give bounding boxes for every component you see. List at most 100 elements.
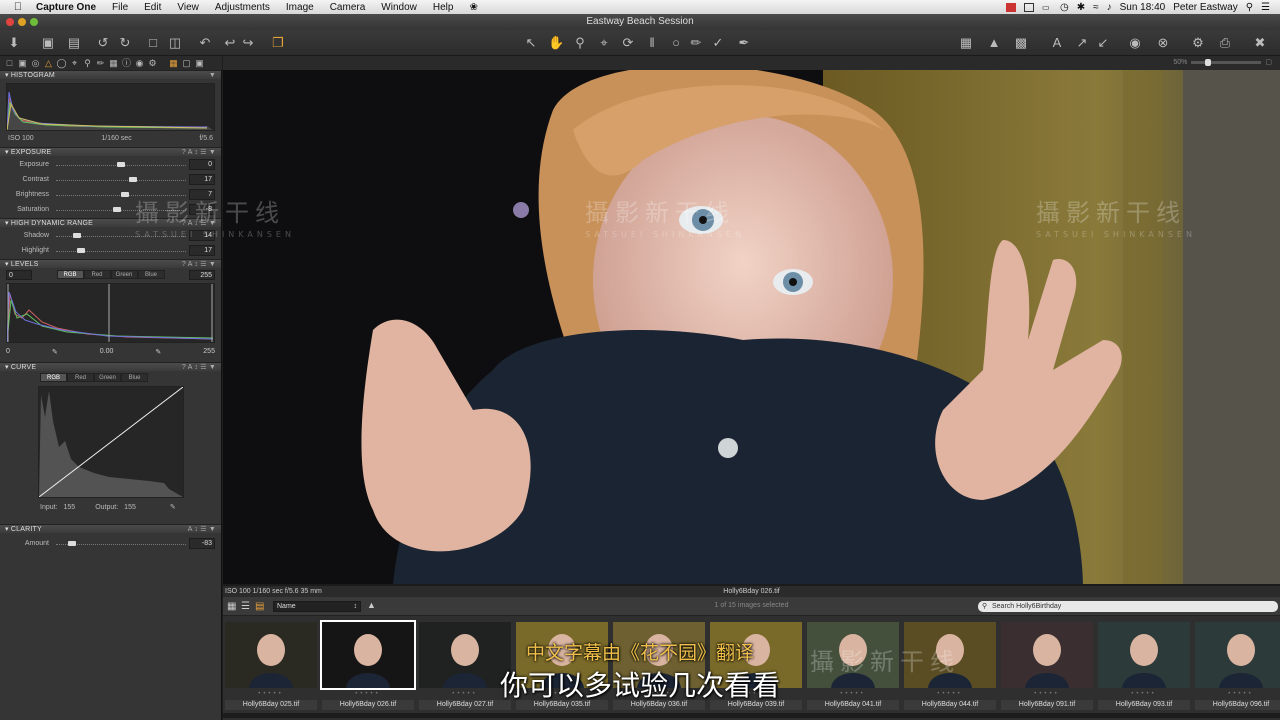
- slider-value[interactable]: 17: [189, 174, 215, 185]
- menu-app-name[interactable]: Capture One: [28, 2, 104, 13]
- slider-saturation[interactable]: Saturation -8: [0, 203, 221, 218]
- browser-scrollbar[interactable]: [223, 713, 1280, 718]
- tab-batch-icon[interactable]: ⚙: [147, 58, 158, 69]
- tab-color-icon[interactable]: ◎: [30, 58, 41, 69]
- exposure-header[interactable]: ▾ EXPOSURE ? A ↕ ☰ ▼: [0, 147, 221, 156]
- rotate-right-icon[interactable]: ↻: [117, 35, 133, 51]
- crop-tool-icon[interactable]: ⌖: [596, 35, 612, 51]
- curve-channel-blue[interactable]: Blue: [121, 373, 148, 382]
- tab-capture-icon[interactable]: ▣: [17, 58, 28, 69]
- curve-input-value[interactable]: 155: [64, 504, 76, 511]
- section-controls-icon[interactable]: ? A ↕ ☰ ▼: [182, 219, 216, 228]
- menu-window[interactable]: Window: [373, 2, 425, 13]
- slider-knob[interactable]: [73, 233, 82, 238]
- redo-icon[interactable]: ↪: [240, 35, 256, 51]
- picker-icon[interactable]: ✓: [710, 35, 726, 51]
- select-cursor-icon[interactable]: ↖: [523, 35, 539, 51]
- time-machine-icon[interactable]: ◷: [1060, 2, 1069, 13]
- levels-out-high[interactable]: 255: [203, 348, 215, 355]
- flag-icon[interactable]: [1005, 2, 1016, 12]
- tab-local-icon[interactable]: ✏: [95, 58, 106, 69]
- camera-icon[interactable]: ◉: [1127, 35, 1143, 51]
- menu-camera[interactable]: Camera: [322, 2, 374, 13]
- levels-low-field[interactable]: 0: [6, 269, 32, 280]
- pan-hand-icon[interactable]: ✋: [548, 35, 564, 51]
- trash-icon[interactable]: ◫: [167, 35, 183, 51]
- section-controls-icon[interactable]: A ↕ ☰ ▼: [188, 525, 216, 534]
- list-icon[interactable]: ☰: [1261, 2, 1270, 13]
- curve-channel-rgb[interactable]: RGB: [40, 373, 67, 382]
- section-controls-icon[interactable]: ? A ↕ ☰ ▼: [182, 363, 216, 372]
- brush-icon[interactable]: ✏: [688, 35, 704, 51]
- text-tool-icon[interactable]: A: [1049, 35, 1065, 51]
- tab-exposure-icon[interactable]: △: [43, 58, 54, 69]
- levels-white-picker-icon[interactable]: ✎: [155, 348, 161, 356]
- slider-value[interactable]: 0: [189, 159, 215, 170]
- curve-picker-icon[interactable]: ✎: [170, 503, 176, 511]
- capture-icon[interactable]: ▣: [40, 35, 56, 51]
- zoom-window-button[interactable]: [30, 18, 38, 26]
- section-menu-icon[interactable]: ▼: [209, 71, 216, 80]
- slider-track[interactable]: [56, 180, 186, 181]
- annotate-icon[interactable]: ✒: [736, 35, 752, 51]
- levels-black-picker-icon[interactable]: ✎: [52, 348, 58, 356]
- apple-icon[interactable]: : [8, 1, 28, 13]
- levels-out-low[interactable]: 0: [6, 348, 10, 355]
- minimize-window-button[interactable]: [18, 18, 26, 26]
- menu-file[interactable]: File: [104, 2, 136, 13]
- clarity-header[interactable]: ▾ CLARITY A ↕ ☰ ▼: [0, 524, 221, 533]
- curve-channel-red[interactable]: Red: [67, 373, 94, 382]
- slider-value[interactable]: 7: [189, 189, 215, 200]
- variants-icon[interactable]: ❐: [270, 35, 286, 51]
- spot-removal-icon[interactable]: ○: [668, 35, 684, 51]
- main-photo[interactable]: [223, 70, 1280, 584]
- slider-knob[interactable]: [129, 177, 138, 182]
- volume-icon[interactable]: ♪: [1107, 2, 1112, 13]
- settings-gear-icon[interactable]: ⚙: [1190, 35, 1206, 51]
- menu-edit[interactable]: Edit: [136, 2, 169, 13]
- slider-brightness[interactable]: Brightness 7: [0, 188, 221, 203]
- slider-track[interactable]: [56, 251, 186, 252]
- wifi-icon[interactable]: ≈: [1093, 2, 1099, 13]
- tab-output-icon[interactable]: ◉: [134, 58, 145, 69]
- slider-shadow[interactable]: Shadow 14: [0, 229, 221, 244]
- curve-output-value[interactable]: 155: [124, 504, 136, 511]
- levels-channel-red[interactable]: Red: [83, 270, 111, 279]
- script-menu-icon[interactable]: ❀: [461, 2, 485, 13]
- levels-channel-rgb[interactable]: RGB: [56, 270, 84, 279]
- folder-icon[interactable]: □: [145, 35, 161, 51]
- curve-graph[interactable]: [38, 386, 184, 498]
- slider-value[interactable]: 17: [189, 245, 215, 256]
- search-input[interactable]: ⚲ Search Holly6Birthday: [978, 601, 1278, 612]
- slider-knob[interactable]: [113, 207, 122, 212]
- levels-graph[interactable]: [6, 283, 215, 343]
- keystone-icon[interactable]: ‖: [644, 35, 660, 51]
- slider-value[interactable]: 14: [189, 230, 215, 241]
- display-icon[interactable]: [1023, 2, 1034, 12]
- levels-high-field[interactable]: 255: [189, 269, 215, 280]
- spotlight-icon[interactable]: ⚲: [1246, 2, 1253, 13]
- warning-icon[interactable]: ▲: [986, 35, 1002, 51]
- tab-crop-icon[interactable]: ⌖: [69, 58, 80, 69]
- export-icon[interactable]: ▤: [66, 35, 82, 51]
- curve-channel-green[interactable]: Green: [94, 373, 121, 382]
- overlay-grid-icon[interactable]: ▩: [1013, 35, 1029, 51]
- slider-value[interactable]: -83: [189, 538, 215, 549]
- grid-view-icon[interactable]: ▦: [958, 35, 974, 51]
- menu-image[interactable]: Image: [278, 2, 322, 13]
- slider-exposure[interactable]: Exposure 0: [0, 158, 221, 173]
- clock[interactable]: Sun 18:40: [1120, 2, 1166, 13]
- layout-grid-icon[interactable]: ▦: [168, 58, 179, 69]
- menu-view[interactable]: View: [169, 2, 207, 13]
- levels-channel-green[interactable]: Green: [110, 270, 138, 279]
- levels-header[interactable]: ▾ LEVELS ? A ↕ ☰ ▼: [0, 259, 221, 268]
- copy-arrow-icon[interactable]: ↗: [1074, 35, 1090, 51]
- slider-value[interactable]: -8: [189, 204, 215, 215]
- eject-icon[interactable]: ▭: [1042, 3, 1052, 12]
- import-icon[interactable]: ⬇: [6, 35, 22, 51]
- menu-help[interactable]: Help: [425, 2, 462, 13]
- menu-adjustments[interactable]: Adjustments: [207, 2, 278, 13]
- undo-step-icon[interactable]: ↩: [222, 35, 238, 51]
- user-name[interactable]: Peter Eastway: [1173, 2, 1237, 13]
- slider-knob[interactable]: [68, 541, 77, 546]
